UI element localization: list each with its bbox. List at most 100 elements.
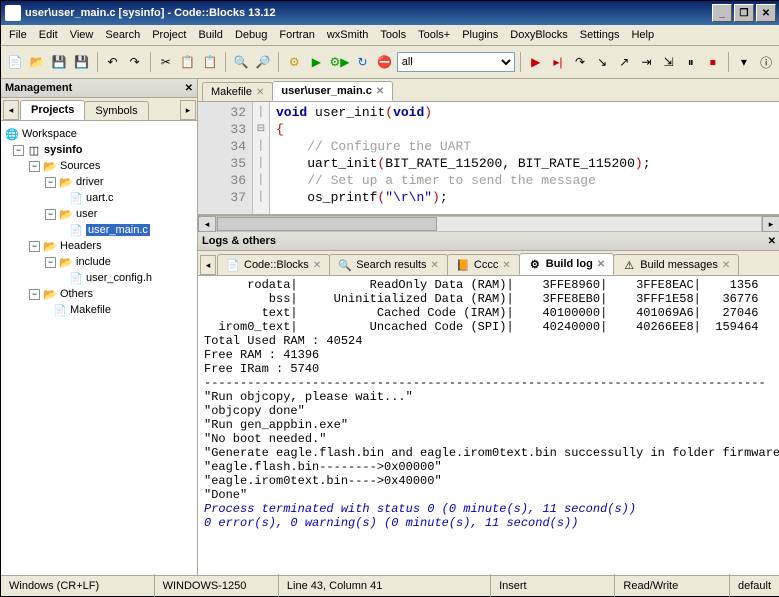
statusbar: Windows (CR+LF) WINDOWS-1250 Line 43, Co…	[1, 575, 779, 596]
menu-view[interactable]: View	[64, 27, 100, 43]
minimize-button[interactable]: _	[712, 4, 732, 22]
tab-icon: 📙	[456, 258, 470, 272]
expand-icon[interactable]: −	[29, 161, 40, 172]
status-profile: default	[730, 574, 779, 597]
step-out-icon[interactable]: ↗	[614, 51, 634, 73]
expand-icon[interactable]: −	[45, 177, 56, 188]
log-tab-build-messages[interactable]: ⚠Build messages✕	[613, 254, 739, 275]
undo-icon[interactable]: ↶	[102, 51, 122, 73]
paste-icon[interactable]: 📋	[200, 51, 220, 73]
menu-debug[interactable]: Debug	[229, 27, 273, 43]
new-file-icon[interactable]: 📄	[5, 51, 25, 73]
code-editor[interactable]: 323334353637 │⊟││││ void user_init(void)…	[198, 102, 779, 215]
rebuild-icon[interactable]: ↻	[352, 51, 372, 73]
logs-header: Logs & others ✕	[198, 232, 779, 251]
redo-icon[interactable]: ↷	[125, 51, 145, 73]
log-tab-code-blocks[interactable]: 📄Code::Blocks✕	[217, 254, 330, 275]
menu-tools[interactable]: Tools	[374, 27, 412, 43]
log-tab-build-log[interactable]: ⚙Build log✕	[519, 253, 614, 275]
save-all-icon[interactable]: 💾	[71, 51, 91, 73]
open-icon[interactable]: 📂	[27, 51, 47, 73]
stop-debug-icon[interactable]: ⏹	[703, 51, 723, 73]
expand-icon[interactable]: −	[13, 145, 24, 156]
build-target-select[interactable]: all	[397, 52, 515, 72]
close-button[interactable]: ✕	[756, 4, 776, 22]
logs-pane: Logs & others ✕ ◂ 📄Code::Blocks✕🔍Search …	[198, 232, 779, 575]
tab-icon: ⚙	[528, 257, 542, 271]
window-title: user\user_main.c [sysinfo] - Code::Block…	[25, 7, 276, 19]
tab-scroll-left-icon[interactable]: ◂	[3, 100, 19, 120]
info-icon[interactable]: ⓘ	[756, 51, 776, 73]
scroll-thumb[interactable]	[217, 217, 437, 231]
tab-scroll-left-icon[interactable]: ◂	[200, 255, 216, 275]
save-icon[interactable]: 💾	[49, 51, 69, 73]
next-line-icon[interactable]: ↷	[570, 51, 590, 73]
menu-wxsmith[interactable]: wxSmith	[321, 27, 375, 43]
tab-scroll-right-icon[interactable]: ▸	[180, 100, 196, 120]
close-tab-icon[interactable]: ✕	[256, 87, 264, 98]
menu-plugins[interactable]: Plugins	[456, 27, 504, 43]
selected-file[interactable]: user_main.c	[86, 224, 150, 236]
c-file-icon: 📄	[69, 223, 83, 237]
tab-projects[interactable]: Projects	[20, 100, 85, 120]
tab-symbols[interactable]: Symbols	[84, 101, 148, 120]
close-tab-icon[interactable]: ✕	[313, 260, 321, 271]
build-log-body[interactable]: rodata| ReadOnly Data (RAM)| 3FFE8960| 3…	[198, 276, 779, 575]
logs-close-icon[interactable]: ✕	[768, 236, 776, 247]
scroll-right-icon[interactable]: ▸	[762, 216, 779, 232]
break-icon[interactable]: ⏸	[681, 51, 701, 73]
expand-icon[interactable]: −	[29, 241, 40, 252]
close-tab-icon[interactable]: ✕	[376, 86, 384, 97]
step-into-instr-icon[interactable]: ⇲	[659, 51, 679, 73]
editor-hscrollbar[interactable]: ◂ ▸	[198, 215, 779, 232]
close-tab-icon[interactable]: ✕	[722, 260, 730, 271]
debug-continue-icon[interactable]: ▶	[526, 51, 546, 73]
menu-settings[interactable]: Settings	[574, 27, 626, 43]
menu-edit[interactable]: Edit	[33, 27, 64, 43]
close-tab-icon[interactable]: ✕	[502, 260, 510, 271]
scroll-left-icon[interactable]: ◂	[198, 216, 216, 232]
editor-tab-user-main[interactable]: user\user_main.c✕	[272, 81, 393, 101]
code-area[interactable]: void user_init(void) { // Configure the …	[270, 102, 779, 214]
debug-windows-icon[interactable]: ▾	[734, 51, 754, 73]
menu-project[interactable]: Project	[146, 27, 192, 43]
build-icon[interactable]: ⚙	[284, 51, 304, 73]
replace-icon[interactable]: 🔎	[253, 51, 273, 73]
menu-help[interactable]: Help	[625, 27, 660, 43]
titlebar: user\user_main.c [sysinfo] - Code::Block…	[1, 1, 779, 25]
editor-tab-makefile[interactable]: Makefile✕	[202, 82, 273, 101]
menu-search[interactable]: Search	[99, 27, 146, 43]
error-summary: 0 error(s), 0 warning(s) (0 minute(s), 1…	[204, 516, 578, 530]
status-eol: Windows (CR+LF)	[1, 574, 155, 597]
status-encoding: WINDOWS-1250	[155, 574, 279, 597]
run-to-cursor-icon[interactable]: ▸|	[548, 51, 568, 73]
run-icon[interactable]: ▶	[306, 51, 326, 73]
step-into-icon[interactable]: ↘	[592, 51, 612, 73]
menu-toolsplus[interactable]: Tools+	[412, 27, 456, 43]
next-instr-icon[interactable]: ⇥	[636, 51, 656, 73]
maximize-button[interactable]: ❐	[734, 4, 754, 22]
logs-tabs: ◂ 📄Code::Blocks✕🔍Search results✕📙Cccc✕⚙B…	[198, 251, 779, 276]
close-tab-icon[interactable]: ✕	[431, 260, 439, 271]
file-icon: 📄	[53, 303, 67, 317]
menu-file[interactable]: File	[3, 27, 33, 43]
menu-build[interactable]: Build	[192, 27, 228, 43]
status-insert: Insert	[491, 574, 615, 597]
management-close-icon[interactable]: ✕	[185, 83, 193, 94]
project-tree[interactable]: 🌐Workspace −◫sysinfo −📂Sources −📂driver …	[1, 121, 197, 575]
build-run-icon[interactable]: ⚙▶	[328, 51, 350, 73]
find-icon[interactable]: 🔍	[231, 51, 251, 73]
menu-doxyblocks[interactable]: DoxyBlocks	[504, 27, 573, 43]
close-tab-icon[interactable]: ✕	[597, 259, 605, 270]
cut-icon[interactable]: ✂	[156, 51, 176, 73]
log-tab-cccc[interactable]: 📙Cccc✕	[447, 254, 520, 275]
expand-icon[interactable]: −	[45, 257, 56, 268]
abort-icon[interactable]: ⛔	[375, 51, 395, 73]
expand-icon[interactable]: −	[45, 209, 56, 220]
folder-icon: 📂	[59, 255, 73, 269]
fold-gutter[interactable]: │⊟││││	[253, 102, 270, 214]
menu-fortran[interactable]: Fortran	[273, 27, 320, 43]
expand-icon[interactable]: −	[29, 289, 40, 300]
copy-icon[interactable]: 📋	[178, 51, 198, 73]
log-tab-search-results[interactable]: 🔍Search results✕	[329, 254, 448, 275]
